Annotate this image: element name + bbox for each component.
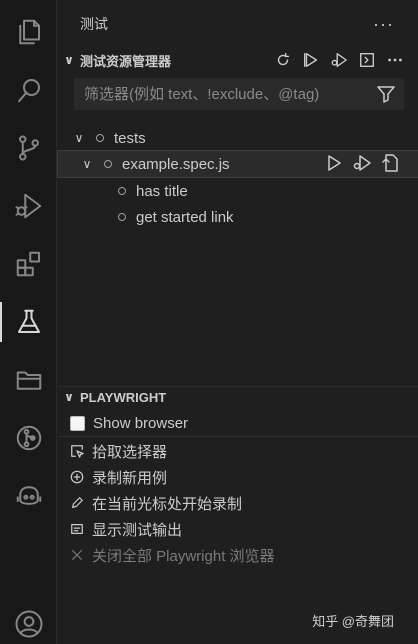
show-browser-label: Show browser — [93, 414, 189, 432]
playwright-header[interactable]: ∨ PLAYWRIGHT — [58, 384, 418, 410]
record-at-cursor-button[interactable]: 在当前光标处开始录制 — [70, 491, 242, 515]
testing-sidebar: 测试 ··· ∨ 测试资源管理器 ∨ tests ∨ example.spec.… — [57, 0, 418, 644]
run-all-icon[interactable] — [300, 49, 322, 71]
test-explorer-title: 测试资源管理器 — [80, 53, 172, 69]
copilot-icon[interactable] — [0, 472, 57, 520]
extensions-icon[interactable] — [0, 240, 57, 288]
reveal-output-button[interactable]: 显示测试输出 — [70, 517, 182, 541]
tree-item-label: get started link — [136, 208, 234, 226]
debug-all-icon[interactable] — [328, 49, 350, 71]
close-icon — [72, 550, 82, 560]
more-icon[interactable] — [384, 49, 406, 71]
add-circle-icon — [70, 470, 84, 484]
testing-icon[interactable] — [0, 298, 57, 346]
record-new-button[interactable]: 录制新用例 — [70, 465, 167, 489]
pick-locator-icon — [71, 445, 84, 458]
tree-item-label: has title — [136, 182, 188, 200]
tree-item-label: example.spec.js — [122, 155, 230, 173]
show-browser-checkbox[interactable] — [70, 415, 85, 431]
tree-item-spec-file[interactable]: ∨ example.spec.js — [57, 150, 418, 178]
pick-locator-button[interactable]: 拾取选择器 — [70, 439, 167, 463]
explorer-icon[interactable] — [0, 8, 57, 56]
filter-icon[interactable] — [376, 84, 396, 109]
close-browsers-button[interactable]: 关闭全部 Playwright 浏览器 — [70, 543, 275, 567]
tree-item-test[interactable]: get started link — [58, 204, 418, 230]
chevron-down-icon: ∨ — [82, 157, 92, 171]
test-status-icon — [96, 134, 104, 142]
source-control-icon[interactable] — [0, 124, 57, 172]
tree-item-label: tests — [114, 129, 146, 147]
test-status-icon — [118, 187, 126, 195]
test-status-icon — [104, 160, 112, 168]
search-icon[interactable] — [0, 66, 57, 114]
test-status-icon — [118, 213, 126, 221]
chevron-down-icon: ∨ — [64, 390, 74, 404]
tree-item-test[interactable]: has title — [58, 178, 418, 204]
show-browser-toggle[interactable]: Show browser — [70, 411, 188, 435]
record-new-label: 录制新用例 — [92, 469, 168, 487]
test-filter — [74, 78, 404, 110]
playwright-title: PLAYWRIGHT — [80, 389, 167, 405]
account-icon[interactable] — [0, 600, 57, 644]
test-explorer-actions — [272, 49, 406, 71]
tree-item-tests[interactable]: ∨ tests — [58, 125, 418, 151]
spec-file-actions — [324, 153, 400, 177]
go-to-file-icon[interactable] — [380, 153, 400, 177]
sidebar-title: 测试 — [80, 16, 108, 32]
output-icon — [71, 524, 83, 534]
watermark: 知乎 @奇舞团 — [312, 614, 394, 629]
run-debug-icon[interactable] — [0, 182, 57, 230]
show-output-icon[interactable] — [356, 49, 378, 71]
folder-icon[interactable] — [0, 356, 57, 404]
chevron-down-icon: ∨ — [74, 131, 84, 145]
pencil-icon — [72, 497, 83, 508]
record-at-cursor-label: 在当前光标处开始录制 — [92, 495, 243, 513]
test-explorer-header[interactable]: ∨ 测试资源管理器 — [58, 47, 418, 73]
refresh-icon[interactable] — [272, 49, 294, 71]
chevron-down-icon: ∨ — [64, 53, 74, 67]
filter-input[interactable] — [84, 85, 364, 103]
run-test-icon[interactable] — [324, 153, 344, 177]
pick-locator-label: 拾取选择器 — [92, 443, 168, 461]
more-actions-button[interactable]: ··· — [373, 14, 394, 35]
close-browsers-label: 关闭全部 Playwright 浏览器 — [92, 547, 275, 565]
debug-test-icon[interactable] — [352, 153, 372, 177]
activity-bar — [0, 0, 57, 644]
git-graph-icon[interactable] — [0, 414, 57, 462]
reveal-output-label: 显示测试输出 — [92, 521, 183, 539]
divider — [58, 436, 418, 437]
